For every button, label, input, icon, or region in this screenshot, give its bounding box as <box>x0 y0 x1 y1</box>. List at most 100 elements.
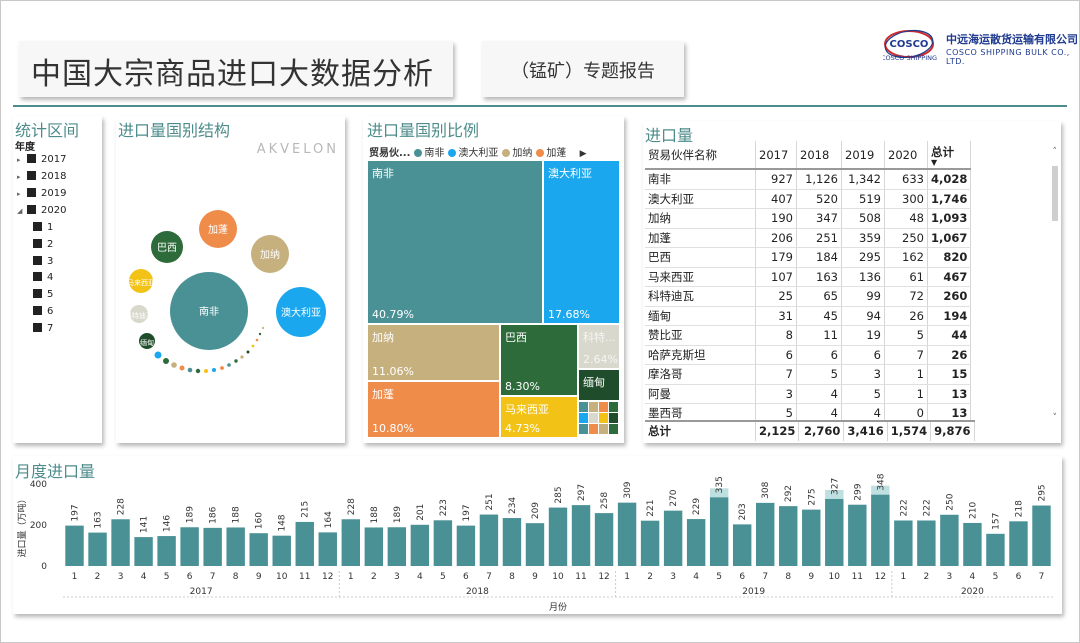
table-row[interactable]: 缅甸 31 45 94 26 194 <box>645 306 972 326</box>
bar[interactable] <box>180 527 199 566</box>
treemap-small-cell[interactable] <box>609 424 618 434</box>
slicer-month-6[interactable]: 6 <box>33 305 53 319</box>
column-header[interactable]: 2020 <box>884 141 928 170</box>
bar[interactable] <box>433 520 453 566</box>
bubble-加纳[interactable]: 加纳 <box>251 235 289 273</box>
bar[interactable] <box>203 527 222 566</box>
checkbox-icon[interactable] <box>27 154 36 163</box>
bar[interactable] <box>226 527 245 566</box>
bubble-巴西[interactable]: 巴西 <box>151 231 183 263</box>
bar[interactable] <box>732 524 752 566</box>
bar[interactable] <box>940 514 959 566</box>
table-row[interactable]: 澳大利亚 407 520 519 300 1,746 <box>645 189 972 209</box>
treemap-cell-加纳[interactable]: 加纳 11.06% <box>367 324 500 381</box>
bar[interactable] <box>157 536 176 566</box>
table-scrollbar-thumb[interactable] <box>1052 166 1058 221</box>
bubble-加蓬[interactable]: 加蓬 <box>199 210 237 248</box>
table-row[interactable]: 哈萨克斯坦 6 6 6 7 26 <box>645 345 972 365</box>
table-row[interactable]: 加纳 190 347 508 48 1,093 <box>645 208 972 229</box>
bar[interactable] <box>963 522 982 566</box>
bar[interactable] <box>1009 521 1028 566</box>
table-row[interactable]: 南非 927 1,126 1,342 633 4,028 <box>645 169 972 190</box>
legend-next-icon[interactable]: ▶ <box>580 149 587 159</box>
slicer-month-3[interactable]: 3 <box>33 255 53 269</box>
expand-caret-icon[interactable]: ▸ <box>17 153 27 167</box>
bar[interactable] <box>502 518 522 566</box>
treemap-small-cell[interactable] <box>579 424 588 434</box>
checkbox-icon[interactable] <box>27 205 36 214</box>
checkbox-icon[interactable] <box>33 255 42 265</box>
bar[interactable] <box>387 527 407 566</box>
bar[interactable] <box>894 520 913 566</box>
bar[interactable] <box>249 533 268 566</box>
column-header[interactable]: 贸易伙伴名称 <box>645 141 756 170</box>
bar[interactable] <box>663 510 683 566</box>
checkbox-icon[interactable] <box>33 306 42 315</box>
slicer-year-2017[interactable]: ▸ 2017 <box>17 153 66 167</box>
bar[interactable] <box>111 519 130 566</box>
bar[interactable] <box>364 527 384 566</box>
checkbox-icon[interactable] <box>27 188 36 197</box>
bar[interactable] <box>341 519 360 566</box>
scroll-down-icon[interactable]: ˅ <box>1053 413 1058 423</box>
bar[interactable] <box>88 532 107 566</box>
treemap-small-cell[interactable] <box>589 413 598 423</box>
bar[interactable] <box>65 525 84 566</box>
bar[interactable] <box>802 509 821 566</box>
bar[interactable] <box>318 532 337 566</box>
treemap-cell-马来西亚[interactable]: 马来西亚 4.73% <box>500 396 578 438</box>
table-row[interactable]: 加蓬 206 251 359 250 1,067 <box>645 228 972 248</box>
slicer-month-4[interactable]: 4 <box>33 271 53 285</box>
checkbox-icon[interactable] <box>33 238 42 248</box>
bar[interactable] <box>848 504 867 566</box>
table-row[interactable]: 阿曼 3 4 5 1 13 <box>645 384 972 404</box>
checkbox-icon[interactable] <box>33 272 42 282</box>
treemap-small-cell[interactable] <box>609 413 618 423</box>
column-header[interactable]: 总计 ▼ <box>927 141 972 170</box>
bar[interactable] <box>456 525 476 566</box>
bar[interactable] <box>825 498 844 566</box>
bar[interactable] <box>410 524 430 566</box>
slicer-month-7[interactable]: 7 <box>33 322 53 336</box>
sort-desc-icon[interactable]: ▼ <box>931 158 967 166</box>
bar[interactable] <box>594 513 614 566</box>
slicer-year-2020[interactable]: ◢ 2020 <box>17 204 66 218</box>
bar[interactable] <box>617 502 637 566</box>
checkbox-icon[interactable] <box>33 289 42 299</box>
bar[interactable] <box>756 502 775 566</box>
checkbox-icon[interactable] <box>27 171 36 180</box>
bar[interactable] <box>709 497 729 566</box>
treemap-small-cell[interactable] <box>609 402 618 412</box>
treemap-small-cell[interactable] <box>589 402 598 412</box>
bubble-澳大利亚[interactable]: 澳大利亚 <box>276 287 326 337</box>
column-header[interactable]: 2019 <box>841 141 885 170</box>
slicer-year-2019[interactable]: ▸ 2019 <box>17 187 66 201</box>
checkbox-icon[interactable] <box>33 322 42 332</box>
bar[interactable] <box>917 520 936 566</box>
treemap-small-cell[interactable] <box>579 402 588 412</box>
bubble-科特迪瓦[interactable]: 科特迪瓦 <box>125 305 153 323</box>
treemap-cell-科特...[interactable]: 科特... 2.64% <box>578 324 620 369</box>
expand-caret-icon[interactable]: ◢ <box>17 204 27 218</box>
treemap-cell-巴西[interactable]: 巴西 8.30% <box>500 324 578 396</box>
table-row[interactable]: 摩洛哥 7 5 3 1 15 <box>645 364 972 385</box>
bubble-南非[interactable]: 南非 <box>170 272 248 350</box>
bar[interactable] <box>1032 505 1051 566</box>
treemap-small-cell[interactable] <box>579 413 588 423</box>
treemap-cell-缅甸[interactable]: 缅甸 <box>578 369 620 401</box>
bar[interactable] <box>686 519 706 566</box>
slicer-month-1[interactable]: 1 <box>33 221 53 235</box>
scroll-up-icon[interactable]: ˄ <box>1053 147 1058 157</box>
expand-caret-icon[interactable]: ▸ <box>17 170 27 184</box>
slicer-month-5[interactable]: 5 <box>33 288 53 302</box>
treemap-cell-澳大利亚[interactable]: 澳大利亚 17.68% <box>543 160 620 324</box>
table-row[interactable]: 巴西 179 184 295 162 820 <box>645 247 972 268</box>
bar[interactable] <box>640 520 660 566</box>
bubble-马来西亚[interactable]: 马来西亚 <box>127 269 155 293</box>
treemap-cell-加蓬[interactable]: 加蓬 10.80% <box>367 381 500 438</box>
treemap-small-cell[interactable] <box>599 413 608 423</box>
checkbox-icon[interactable] <box>33 222 42 231</box>
table-row[interactable]: 科特迪瓦 25 65 99 72 260 <box>645 286 972 307</box>
treemap-small-cell[interactable] <box>599 402 608 412</box>
bar[interactable] <box>779 506 798 566</box>
